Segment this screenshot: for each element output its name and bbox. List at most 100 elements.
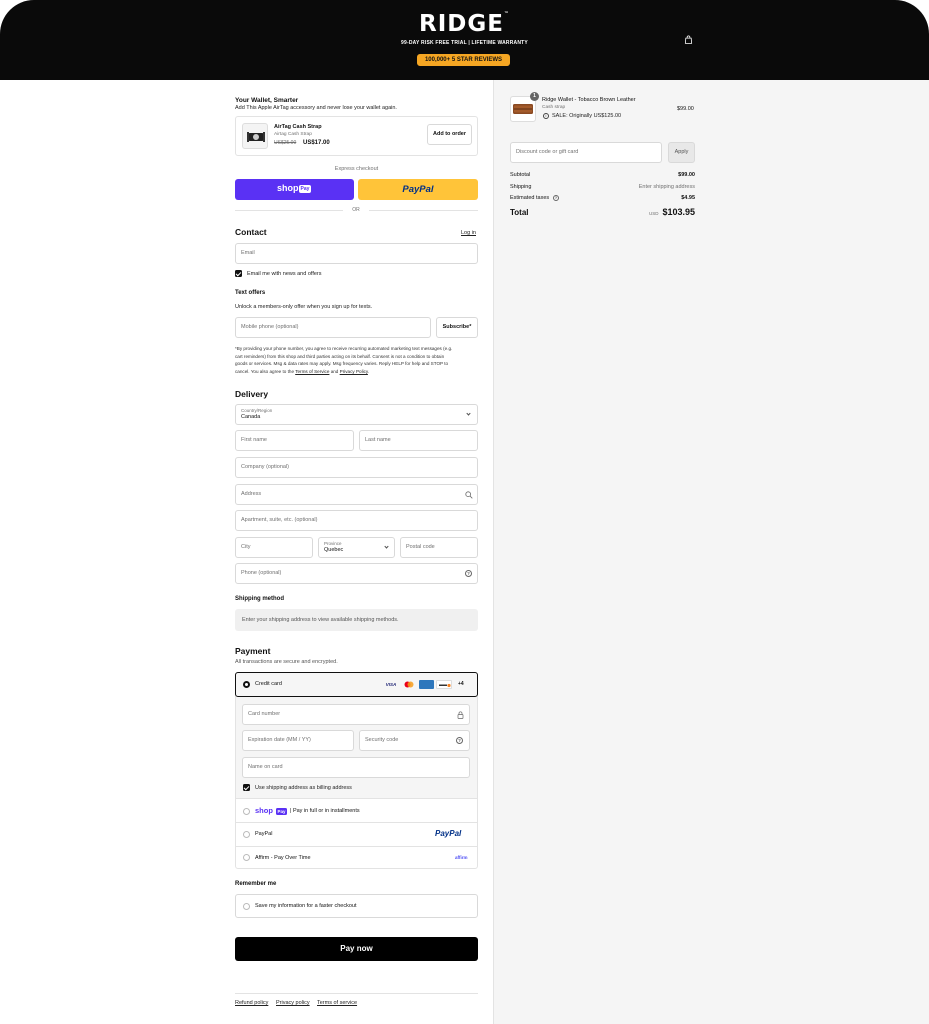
shop-pay-button[interactable]: shop Pay	[235, 179, 354, 200]
sale-tag-icon: i	[543, 112, 549, 119]
shop-pay-option[interactable]: shop Pay | Pay in full or in installment…	[236, 800, 477, 823]
credit-card-option[interactable]: Credit card VISA +4	[235, 672, 478, 697]
upsell-card: AirTag Cash Strap Airtag Cash Strap US$2…	[235, 116, 478, 156]
sms-disclaimer: *By providing your phone number, you agr…	[235, 346, 453, 374]
taxes-value: $4.95	[681, 195, 695, 201]
shipping-value: Enter shipping address	[638, 184, 695, 190]
product-thumbnail: 1	[510, 92, 539, 122]
trial-banner: 99-DAY RISK FREE TRIAL | LIFETIME WARRAN…	[401, 40, 528, 46]
quantity-badge: 1	[530, 92, 539, 101]
credit-card-form: Card number Expiration date (MM / YY) Se…	[236, 697, 477, 799]
upsell-old-price: US$25.00	[274, 140, 297, 146]
taxes-label: Estimated taxes	[510, 195, 550, 201]
paypal-radio[interactable]	[243, 831, 250, 838]
brand-logo[interactable]: RIDGE™	[0, 11, 929, 37]
paypal-express-button[interactable]: PayPal	[358, 179, 478, 200]
upsell-product-variant: Airtag Cash Strap	[274, 132, 312, 137]
news-checkbox[interactable]	[235, 270, 242, 277]
subscribe-button[interactable]: Subscribe*	[436, 317, 478, 338]
shop-pay-badge: Pay	[276, 807, 287, 815]
privacy-policy-footer-link[interactable]: Privacy policy	[276, 1000, 310, 1006]
remember-me-option[interactable]: Save my information for a faster checkou…	[235, 894, 478, 918]
help-icon[interactable]: ?	[553, 195, 559, 201]
item-price: $99.00	[677, 106, 694, 112]
delivery-heading: Delivery	[235, 389, 269, 399]
divider	[235, 993, 478, 994]
subtotal-value: $99.00	[678, 172, 695, 178]
paypal-option[interactable]: PayPal PayPal	[236, 824, 477, 847]
address-field[interactable]: Address	[235, 484, 478, 505]
upsell-subtitle: Add This Apple AirTag accessory and neve…	[235, 105, 397, 111]
apartment-field[interactable]: Apartment, suite, etc. (optional)	[235, 510, 478, 531]
affirm-option[interactable]: Affirm - Pay Over Time affirm	[236, 848, 477, 869]
shop-pay-badge: Pay	[299, 185, 311, 193]
help-icon[interactable]: ?	[465, 570, 472, 577]
order-summary: 1 Ridge Wallet - Tobacco Brown Leather C…	[493, 80, 929, 1024]
country-select[interactable]: Country/Region Canada	[235, 404, 478, 425]
add-to-order-button[interactable]: Add to order	[427, 124, 472, 145]
security-code-field[interactable]: Security code ?	[359, 730, 470, 751]
phone-field[interactable]: Phone (optional) ?	[235, 563, 478, 584]
billing-same-checkbox[interactable]	[243, 784, 250, 791]
express-checkout-label: Express checkout	[334, 166, 379, 172]
login-link[interactable]: Log in	[461, 230, 476, 236]
remember-me-label: Save my information for a faster checkou…	[255, 903, 357, 909]
payment-heading: Payment	[235, 646, 271, 656]
shipping-method-heading: Shipping method	[235, 596, 284, 602]
shop-pay-installments-label: | Pay in full or in installments	[290, 808, 360, 814]
terms-of-service-link[interactable]: Terms of Service	[295, 369, 329, 374]
credit-card-label: Credit card	[255, 681, 282, 687]
item-name: Ridge Wallet - Tobacco Brown Leather	[542, 97, 636, 103]
news-checkbox-label: Email me with news and offers	[247, 270, 322, 277]
company-field[interactable]: Company (optional)	[235, 457, 478, 478]
affirm-label: Affirm - Pay Over Time	[255, 854, 311, 861]
first-name-field[interactable]: First name	[235, 430, 354, 451]
shop-pay-wordmark: shop	[255, 806, 273, 815]
shopping-bag-icon[interactable]	[684, 35, 693, 44]
card-number-field[interactable]: Card number	[242, 704, 470, 725]
shop-pay-radio[interactable]	[243, 808, 250, 815]
terms-of-service-footer-link[interactable]: Terms of service	[317, 1000, 357, 1006]
remember-me-checkbox[interactable]	[243, 903, 250, 910]
help-icon[interactable]: ?	[456, 737, 463, 744]
lock-icon	[457, 711, 464, 719]
credit-card-radio[interactable]	[243, 681, 250, 688]
expiration-date-field[interactable]: Expiration date (MM / YY)	[242, 730, 354, 751]
chevron-down-icon	[384, 544, 389, 549]
airtag-strap-image	[242, 123, 268, 149]
affirm-radio[interactable]	[243, 854, 250, 861]
or-separator: OR	[352, 207, 360, 213]
payment-subtitle: All transactions are secure and encrypte…	[235, 659, 338, 665]
amex-icon	[419, 680, 434, 689]
chevron-down-icon	[466, 411, 471, 416]
last-name-field[interactable]: Last name	[359, 430, 478, 451]
upsell-title: Your Wallet, Smarter	[235, 97, 299, 104]
province-select[interactable]: Province Quebec	[318, 537, 395, 558]
postal-code-field[interactable]: Postal code	[400, 537, 478, 558]
divider	[369, 210, 478, 211]
remember-me-heading: Remember me	[235, 881, 277, 887]
email-field[interactable]: Email	[235, 243, 478, 264]
shipping-method-notice: Enter your shipping address to view avai…	[235, 609, 478, 631]
privacy-policy-link[interactable]: Privacy Policy	[340, 369, 368, 374]
paypal-label: PayPal	[255, 831, 273, 837]
pay-now-button[interactable]: Pay now	[235, 937, 478, 961]
visa-icon: VISA	[385, 682, 397, 687]
discount-code-field[interactable]: Discount code or gift card	[510, 142, 662, 163]
city-field[interactable]: City	[235, 537, 313, 558]
refund-policy-link[interactable]: Refund policy	[235, 1000, 268, 1006]
mobile-phone-field[interactable]: Mobile phone (optional)	[235, 317, 431, 338]
airtag-strap-icon	[247, 132, 265, 142]
divider	[235, 210, 343, 211]
search-icon	[465, 491, 473, 499]
item-sale-note: SALE: Originally US$125.00	[552, 113, 622, 119]
subtotal-label: Subtotal	[510, 172, 531, 178]
upsell-new-price: US$17.00	[303, 139, 330, 146]
apply-button[interactable]: Apply	[668, 142, 695, 163]
reviews-badge: 100,000+ 5 STAR REVIEWS	[417, 54, 510, 66]
shop-pay-wordmark: shop	[277, 183, 299, 193]
text-offers-subtitle: Unlock a members-only offer when you sig…	[235, 304, 373, 310]
billing-same-label: Use shipping address as billing address	[255, 784, 352, 791]
name-on-card-field[interactable]: Name on card	[242, 757, 470, 778]
shipping-label: Shipping	[510, 184, 532, 190]
